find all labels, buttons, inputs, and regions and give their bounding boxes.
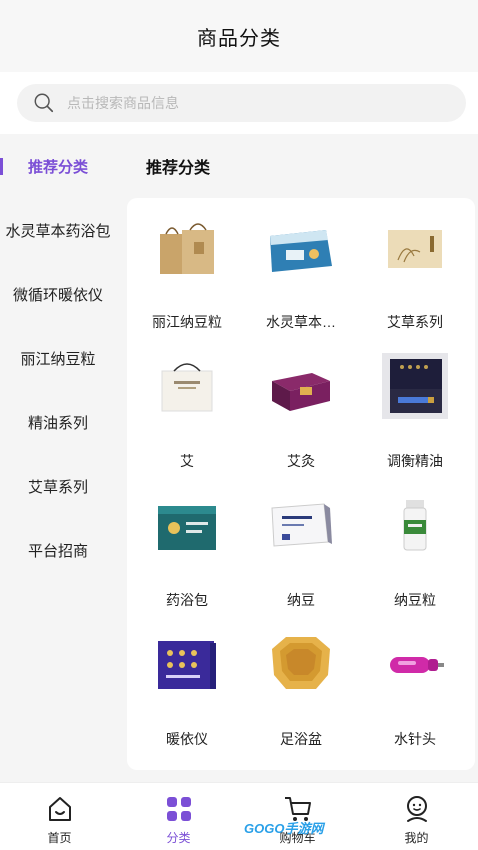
- moxibustion-box-product-image: [266, 351, 336, 421]
- product-item[interactable]: 纳豆粒: [359, 476, 471, 615]
- sidebar-item-label: 水灵草本药浴包: [5, 222, 111, 240]
- product-label: 艾: [180, 453, 194, 469]
- product-item[interactable]: 暖依仪: [131, 615, 243, 754]
- sidebar-item-warming-device[interactable]: 微循环暖依仪: [0, 262, 116, 326]
- herbal-pack-product-image: [266, 212, 336, 282]
- product-label: 丽江纳豆粒: [152, 314, 222, 330]
- tab-label: 首页: [47, 831, 72, 845]
- product-item[interactable]: 纳豆: [245, 476, 357, 615]
- search-icon: [34, 93, 54, 113]
- product-label: 纳豆: [287, 592, 315, 608]
- sidebar-item-essential-oil[interactable]: 精油系列: [0, 390, 116, 454]
- sidebar-item-merchant-recruitment[interactable]: 平台招商: [0, 518, 116, 582]
- water-needle-product-image: [380, 629, 450, 699]
- product-label: 药浴包: [166, 592, 208, 608]
- product-label: 水针头: [394, 731, 436, 747]
- category-icon: [166, 797, 191, 821]
- product-label: 纳豆粒: [394, 592, 436, 608]
- gift-bag-product-image: [152, 212, 222, 282]
- home-icon: [48, 797, 71, 821]
- sidebar-item-recommended[interactable]: 推荐分类: [0, 134, 116, 198]
- product-item[interactable]: 足浴盆: [245, 615, 357, 754]
- product-item[interactable]: 艾灸: [245, 337, 357, 476]
- product-label: 暖依仪: [166, 731, 208, 747]
- mugwort-box-product-image: [380, 212, 450, 282]
- warming-device-product-image: [152, 629, 222, 699]
- watermark-logo: GOGO手游网: [244, 821, 324, 836]
- essential-oil-product-image: [380, 351, 450, 421]
- bottom-tab-bar: 首页 分类 购物车 我的: [0, 782, 478, 850]
- product-label: 艾灸: [287, 453, 315, 469]
- sidebar-item-natto[interactable]: 丽江纳豆粒: [0, 326, 116, 390]
- product-label: 艾草系列: [387, 314, 443, 330]
- tab-label: 分类: [166, 831, 191, 845]
- sidebar-item-label: 丽江纳豆粒: [20, 350, 96, 368]
- search-input[interactable]: 点击搜索商品信息: [17, 84, 466, 122]
- white-bag-product-image: [152, 351, 222, 421]
- foot-basin-product-image: [266, 629, 336, 699]
- tab-profile[interactable]: 我的: [357, 783, 476, 850]
- search-bar-container: 点击搜索商品信息: [0, 72, 478, 134]
- tab-category[interactable]: 分类: [119, 783, 238, 850]
- tab-label: 我的: [404, 831, 429, 845]
- sidebar-item-label: 平台招商: [27, 542, 88, 560]
- product-item[interactable]: 水灵草本…: [245, 198, 357, 337]
- sidebar-item-label: 艾草系列: [27, 478, 88, 496]
- sidebar-item-label: 精油系列: [27, 414, 88, 432]
- sidebar-item-label: 推荐分类: [27, 158, 88, 176]
- tab-home[interactable]: 首页: [0, 783, 119, 850]
- bath-pack-product-image: [152, 490, 222, 560]
- section-title: 推荐分类: [146, 160, 211, 177]
- active-indicator: [0, 158, 3, 175]
- sidebar-item-label: 微循环暖依仪: [12, 286, 103, 304]
- natto-bottle-product-image: [380, 490, 450, 560]
- product-label: 水灵草本…: [266, 314, 336, 330]
- profile-icon: [406, 796, 427, 822]
- product-label: 足浴盆: [280, 731, 322, 747]
- category-sidebar: 推荐分类 水灵草本药浴包 微循环暖依仪 丽江纳豆粒 精油系列 艾草系列 平台招商: [0, 134, 116, 782]
- product-item[interactable]: 艾草系列: [359, 198, 471, 337]
- page-title: 商品分类: [197, 27, 281, 50]
- natto-box-product-image: [266, 490, 336, 560]
- product-item[interactable]: 艾: [131, 337, 243, 476]
- sidebar-item-mugwort[interactable]: 艾草系列: [0, 454, 116, 518]
- page-header: 商品分类: [0, 0, 478, 72]
- product-item[interactable]: 药浴包: [131, 476, 243, 615]
- category-content: 推荐分类 丽江纳豆粒 水灵草本… 艾草系列 艾 艾灸 调衡精油 药浴包 纳豆 纳…: [116, 134, 478, 782]
- product-label: 调衡精油: [387, 453, 443, 469]
- product-item[interactable]: 调衡精油: [359, 337, 471, 476]
- product-item[interactable]: 丽江纳豆粒: [131, 198, 243, 337]
- tab-cart[interactable]: 购物车: [238, 783, 357, 850]
- search-placeholder: 点击搜索商品信息: [67, 95, 179, 111]
- product-grid: 丽江纳豆粒 水灵草本… 艾草系列 艾 艾灸 调衡精油 药浴包 纳豆 纳豆粒 暖依…: [127, 198, 475, 770]
- sidebar-item-herbal-bath[interactable]: 水灵草本药浴包: [0, 198, 116, 262]
- product-item[interactable]: 水针头: [359, 615, 471, 754]
